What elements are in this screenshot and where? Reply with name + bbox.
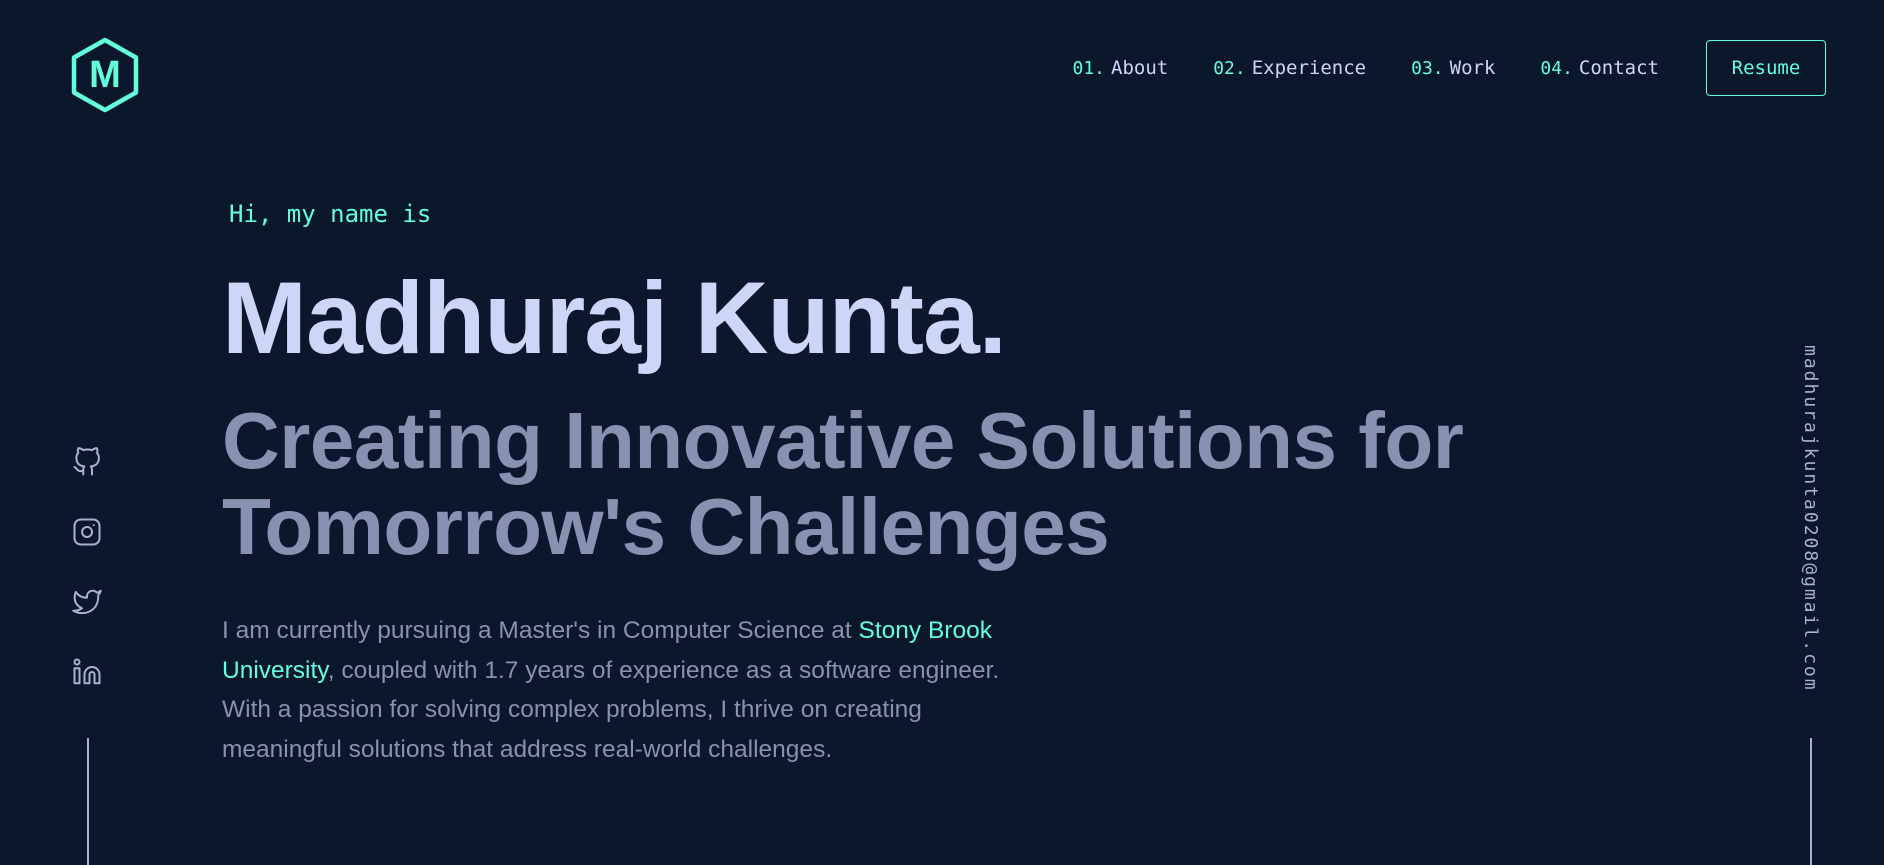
- nav-item-contact[interactable]: 04. Contact: [1540, 57, 1659, 79]
- twitter-icon[interactable]: [72, 587, 102, 617]
- hexagon-logo-icon[interactable]: M: [70, 37, 140, 113]
- nav-item-work[interactable]: 03. Work: [1411, 57, 1495, 79]
- left-divider-line: [87, 738, 89, 865]
- nav-item-experience[interactable]: 02. Experience: [1213, 57, 1366, 79]
- greeting-text: Hi, my name is: [229, 200, 432, 228]
- nav-number: 04.: [1540, 58, 1573, 79]
- bio-text-start: I am currently pursuing a Master's in Co…: [222, 617, 859, 644]
- right-divider-line: [1810, 738, 1812, 865]
- logo-letter: M: [89, 54, 121, 96]
- nav-label: Experience: [1251, 57, 1367, 79]
- nav-label: About: [1111, 57, 1169, 79]
- instagram-icon[interactable]: [72, 517, 102, 547]
- nav-number: 03.: [1411, 58, 1444, 79]
- hero-bio: I am currently pursuing a Master's in Co…: [222, 611, 1012, 769]
- email-link[interactable]: madhurajkunta0208@gmail.com: [1800, 345, 1821, 692]
- hero-name: Madhuraj Kunta.: [222, 261, 1007, 375]
- hero-tagline: Creating Innovative Solutions for Tomorr…: [222, 396, 1464, 571]
- nav-label: Work: [1449, 57, 1496, 79]
- linkedin-icon[interactable]: [72, 657, 102, 687]
- nav-item-about[interactable]: 01. About: [1073, 57, 1169, 79]
- nav-number: 01.: [1072, 58, 1106, 79]
- bio-text-end: , coupled with 1.7 years of experience a…: [222, 656, 1000, 763]
- github-icon[interactable]: [72, 447, 102, 477]
- nav-label: Contact: [1578, 57, 1659, 79]
- nav-number: 02.: [1213, 58, 1246, 79]
- main-nav: 01. About 02. Experience 03. Work 04. Contac…: [1073, 40, 1884, 96]
- resume-button[interactable]: Resume: [1706, 40, 1826, 96]
- social-links: [72, 447, 104, 727]
